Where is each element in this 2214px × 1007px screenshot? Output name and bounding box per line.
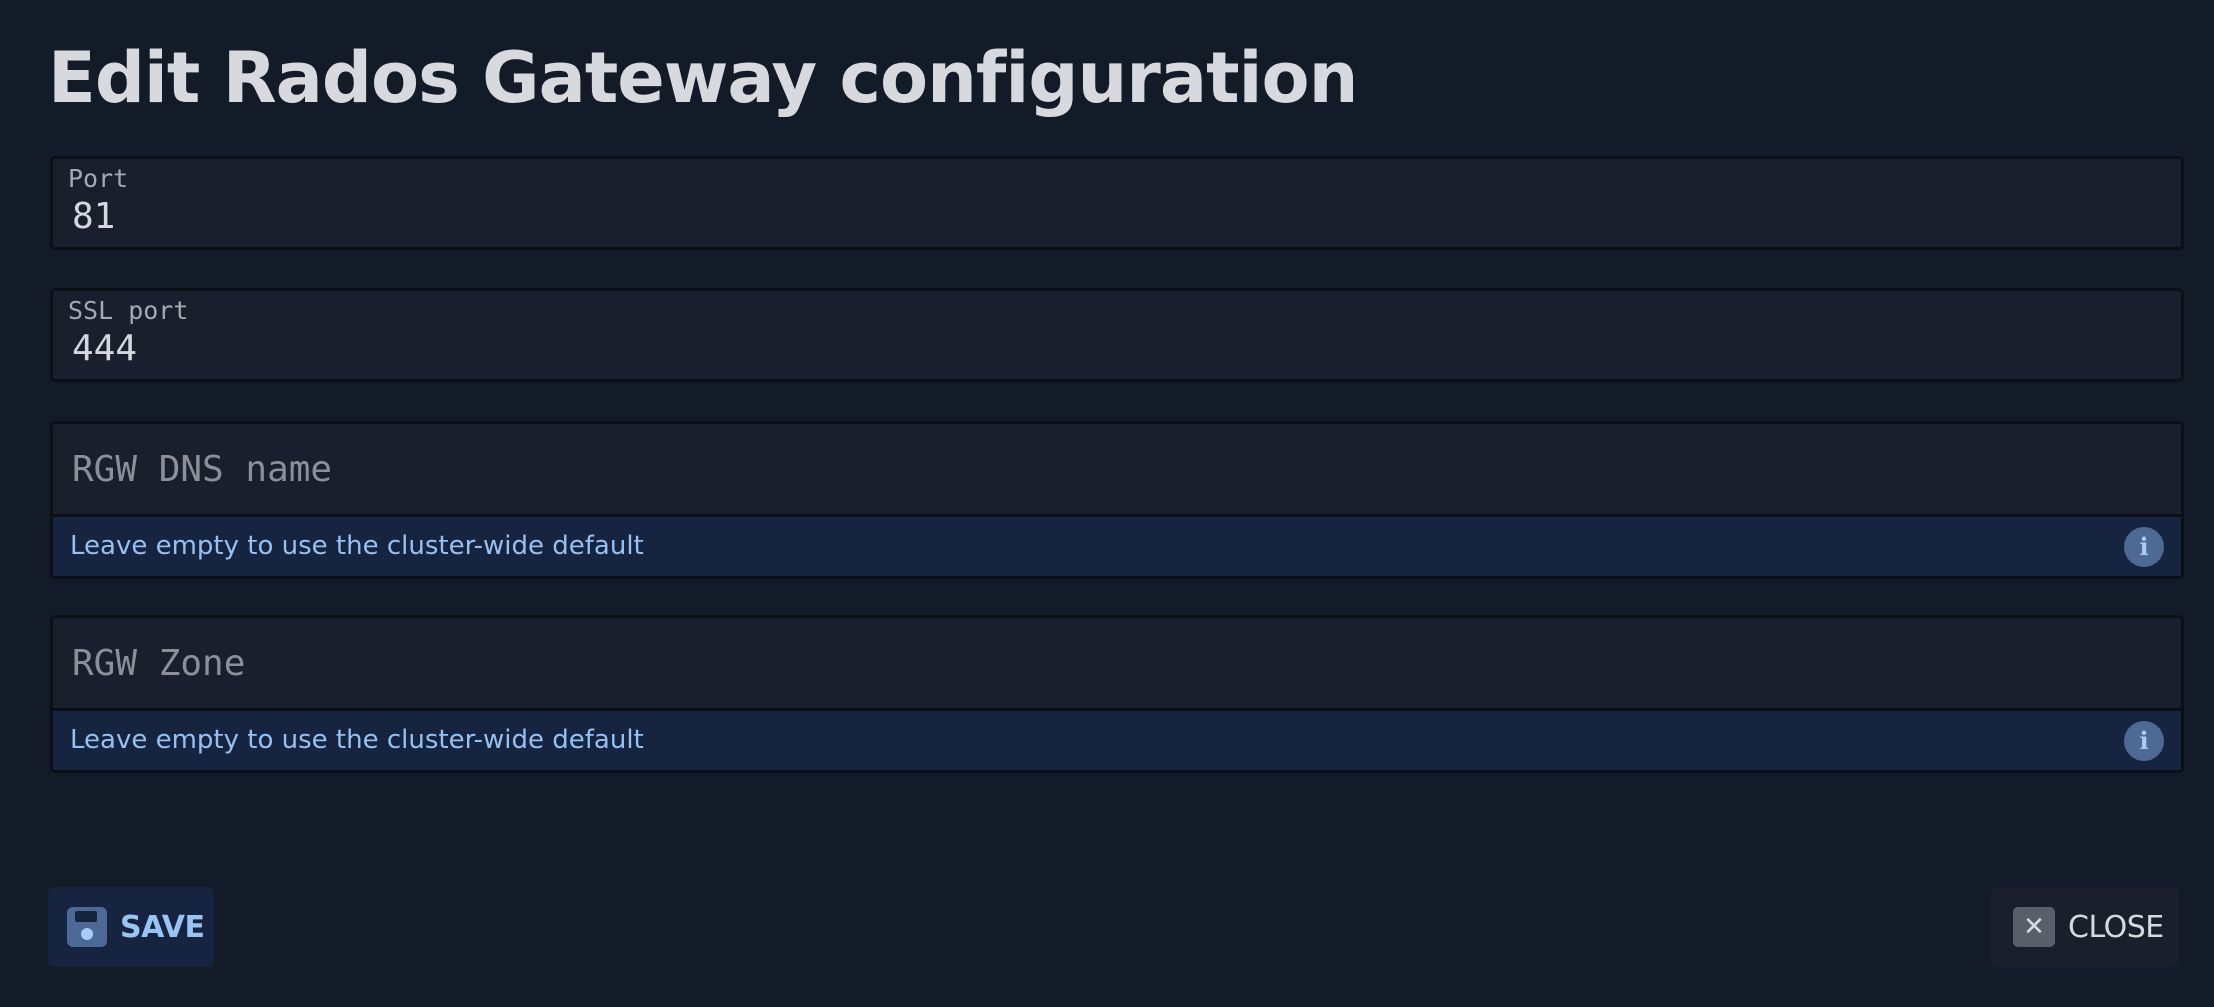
rgw-zone-group: Leave empty to use the cluster-wide defa… — [50, 615, 2184, 773]
port-value[interactable]: 81 — [72, 193, 115, 241]
info-icon[interactable]: i — [2124, 721, 2164, 761]
rgw-dns-name-hint: Leave empty to use the cluster-wide defa… — [53, 517, 2181, 576]
rgw-dns-name-hint-text: Leave empty to use the cluster-wide defa… — [70, 531, 644, 561]
ssl-port-field[interactable]: SSL port 444 — [50, 288, 2184, 382]
rgw-zone-hint: Leave empty to use the cluster-wide defa… — [53, 711, 2181, 770]
close-button[interactable]: ✕ CLOSE — [1991, 887, 2179, 967]
page-title: Edit Rados Gateway configuration — [48, 37, 1358, 119]
save-button-label: SAVE — [120, 909, 205, 945]
port-label: Port — [68, 164, 129, 193]
rgw-dns-name-input[interactable] — [53, 424, 2181, 514]
close-icon: ✕ — [2013, 907, 2055, 947]
rgw-zone-hint-text: Leave empty to use the cluster-wide defa… — [70, 725, 644, 755]
rgw-dns-name-group: Leave empty to use the cluster-wide defa… — [50, 421, 2184, 579]
rgw-zone-input[interactable] — [53, 618, 2181, 708]
ssl-port-value[interactable]: 444 — [72, 325, 137, 373]
save-button[interactable]: SAVE — [48, 887, 214, 967]
ssl-port-label: SSL port — [68, 296, 189, 325]
info-icon[interactable]: i — [2124, 527, 2164, 567]
close-button-label: CLOSE — [2068, 909, 2164, 945]
port-field[interactable]: Port 81 — [50, 156, 2184, 250]
save-icon — [67, 907, 107, 947]
